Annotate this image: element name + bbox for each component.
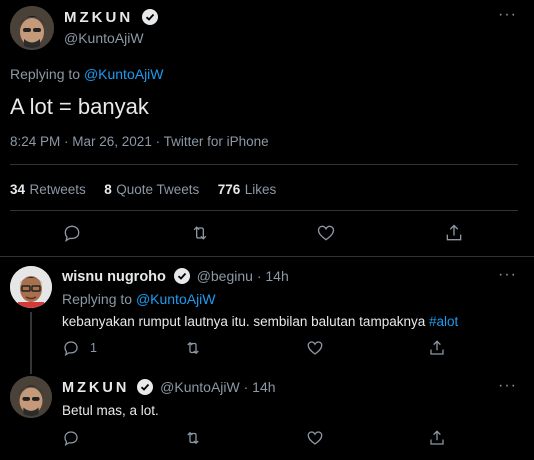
reply-text: kebanyakan rumput lautnya itu. sembilan … [62,314,458,329]
divider [10,210,518,211]
share-icon[interactable] [442,221,466,245]
like-icon[interactable] [304,337,326,359]
reply-author-row: MZKUN @KuntoAjiW · 14h [62,379,276,396]
author-name-row[interactable]: MZKUN [64,9,158,27]
timestamp[interactable]: · 14h [257,268,289,284]
timestamp[interactable]: · 14h [244,379,276,395]
handle[interactable]: @KuntoAjiW [160,379,240,395]
like-icon[interactable] [314,221,338,245]
replying-to-label: Replying to [10,66,81,82]
verified-badge-icon [137,379,154,395]
quote-tweets-stat[interactable]: 8 Quote Tweets [104,181,203,198]
tweet-text: A lot = banyak [10,94,149,119]
handle[interactable]: @beginu [197,268,253,284]
more-options-icon[interactable]: ··· [498,377,517,395]
replying-to: Replying to @KuntoAjiW [10,66,164,82]
retweet-icon[interactable] [182,337,204,359]
avatar[interactable] [10,376,52,418]
replying-to: Replying to @KuntoAjiW [62,291,216,307]
reply-icon[interactable] [60,427,82,449]
share-icon[interactable] [426,427,448,449]
retweet-icon[interactable] [182,427,204,449]
reply-count: 1 [90,341,97,355]
verified-badge-icon [141,9,158,25]
more-options-icon[interactable]: ··· [498,266,517,284]
retweet-icon[interactable] [188,221,212,245]
reply-icon[interactable] [60,337,82,359]
more-options-icon[interactable]: ··· [498,6,517,24]
reply-icon[interactable] [60,221,84,245]
avatar[interactable] [10,6,54,50]
replying-to-handle[interactable]: @KuntoAjiW [84,66,164,82]
thread-line [30,312,32,374]
verified-badge-icon [173,268,190,284]
likes-stat[interactable]: 776 Likes [218,181,277,198]
handle[interactable]: @KuntoAjiW [64,30,144,46]
share-icon[interactable] [426,337,448,359]
reply-body: kebanyakan rumput lautnya itu. sembilan … [62,314,426,329]
tweet-meta[interactable]: 8:24 PM · Mar 26, 2021 · Twitter for iPh… [10,134,269,149]
divider [0,256,534,257]
retweets-stat[interactable]: 34 Retweets [10,181,90,198]
display-name[interactable]: MZKUN [64,9,133,26]
display-name[interactable]: wisnu nugroho [62,269,166,285]
hashtag-link[interactable]: #alot [429,314,458,329]
replying-to-label: Replying to [62,291,133,307]
avatar[interactable] [10,266,52,308]
reply-text: Betul mas, a lot. [62,403,159,418]
display-name[interactable]: MZKUN [62,380,129,396]
tweet-stats: 34 Retweets 8 Quote Tweets 776 Likes [10,181,276,199]
reply-author-row: wisnu nugroho @beginu · 14h [62,268,289,285]
replying-to-handle[interactable]: @KuntoAjiW [136,291,216,307]
like-icon[interactable] [304,427,326,449]
divider [10,164,518,165]
